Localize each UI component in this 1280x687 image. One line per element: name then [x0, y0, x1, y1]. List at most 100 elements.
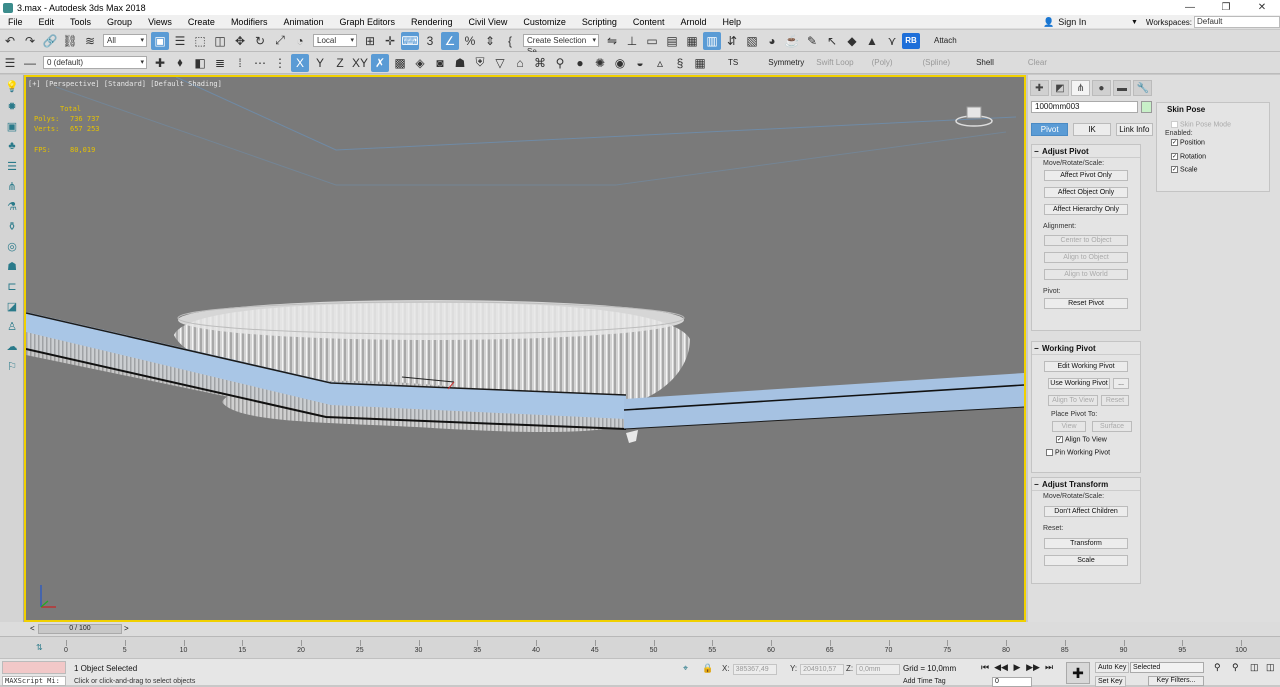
- tab-link-info[interactable]: Link Info: [1115, 123, 1153, 136]
- modify-tab-icon[interactable]: ◩: [1050, 80, 1070, 96]
- object-name-field[interactable]: 1000mm003: [1031, 101, 1138, 113]
- cloud-icon[interactable]: ☁: [3, 337, 21, 355]
- coord-z-field[interactable]: 0,0mm: [856, 664, 901, 675]
- center-to-object-button[interactable]: Center to Object: [1044, 235, 1128, 246]
- list-icon[interactable]: ☰: [3, 157, 21, 175]
- zoom-extents-icon[interactable]: ◫: [1250, 662, 1259, 673]
- object-color-swatch[interactable]: [1141, 101, 1152, 113]
- position-checkbox[interactable]: ✓ Position: [1157, 137, 1269, 147]
- snaps-lines-icon[interactable]: ⋯: [251, 54, 269, 72]
- auto-key-button[interactable]: Auto Key: [1095, 662, 1130, 673]
- adjust-transform-header[interactable]: Adjust Transform: [1032, 478, 1140, 491]
- maxscript-listener[interactable]: [2, 661, 66, 674]
- selection-filter-select[interactable]: All: [103, 34, 147, 47]
- shell-button[interactable]: Shell: [976, 58, 994, 67]
- window-crossing-icon[interactable]: ◫: [211, 32, 229, 50]
- menu-rendering[interactable]: Rendering: [403, 17, 461, 27]
- align-to-world-button[interactable]: Align to World: [1044, 269, 1128, 280]
- undo-icon[interactable]: ↶: [1, 32, 19, 50]
- next-key-icon[interactable]: ▶▶: [1026, 662, 1040, 674]
- bowl-icon[interactable]: ◒: [631, 54, 649, 72]
- menu-create[interactable]: Create: [180, 17, 223, 27]
- affect-hierarchy-only-button[interactable]: Affect Hierarchy Only: [1044, 204, 1128, 215]
- coord-x-field[interactable]: 385367,49: [732, 664, 777, 675]
- menu-tools[interactable]: Tools: [62, 17, 99, 27]
- person-icon[interactable]: ♙: [3, 317, 21, 335]
- keyboard-shortcut-icon[interactable]: ⌨: [401, 31, 419, 50]
- viewport-label[interactable]: [+] [Perspective] [Standard] [Default Sh…: [28, 80, 222, 88]
- spline-button[interactable]: (Spline): [922, 58, 950, 67]
- ribbon-icon[interactable]: ▥: [703, 31, 721, 50]
- menu-file[interactable]: File: [0, 17, 31, 27]
- menu-help[interactable]: Help: [714, 17, 749, 27]
- axis-constraint-icon[interactable]: ✗: [371, 53, 389, 72]
- bind-space-warp-icon[interactable]: ≋: [81, 32, 99, 50]
- key-mode-select[interactable]: Selected: [1130, 662, 1204, 673]
- utilities-tab-icon[interactable]: 🔧: [1133, 80, 1153, 96]
- menu-content[interactable]: Content: [625, 17, 673, 27]
- curve-editor-icon[interactable]: ⇵: [723, 32, 741, 50]
- surface-button[interactable]: Surface: [1092, 421, 1132, 432]
- view-button[interactable]: View: [1052, 421, 1086, 432]
- zoom-all-icon[interactable]: ⚲: [1232, 662, 1239, 673]
- affect-object-only-button[interactable]: Affect Object Only: [1044, 187, 1128, 198]
- axis-xy-button[interactable]: XY: [351, 54, 369, 72]
- render-setup-icon[interactable]: ☕: [783, 32, 801, 50]
- prev-key-icon[interactable]: ◀◀: [994, 662, 1008, 674]
- triangle-icon[interactable]: ▲: [863, 32, 881, 50]
- sphere-icon[interactable]: ●: [571, 54, 589, 72]
- affect-pivot-only-button[interactable]: Affect Pivot Only: [1044, 170, 1128, 181]
- scale-icon[interactable]: ⤢: [271, 32, 289, 50]
- chevron-down-icon[interactable]: ▼: [1131, 19, 1138, 26]
- shield-icon[interactable]: ⛨: [471, 54, 489, 72]
- snap-3d-icon[interactable]: 3: [421, 32, 439, 50]
- reset-pivot-button[interactable]: Reset Pivot: [1044, 298, 1128, 309]
- bucket-icon[interactable]: ▽: [491, 54, 509, 72]
- time-slider[interactable]: 0 / 100: [38, 624, 122, 634]
- rotation-checkbox[interactable]: ✓ Rotation: [1157, 151, 1269, 160]
- snaps-points-icon[interactable]: ⋮: [271, 54, 289, 72]
- menu-group[interactable]: Group: [99, 17, 140, 27]
- box-icon[interactable]: ◈: [411, 54, 429, 72]
- scale-checkbox[interactable]: ✓ Scale: [1157, 164, 1269, 173]
- select-manipulate-icon[interactable]: ✛: [381, 32, 399, 50]
- skin-pose-mode-checkbox[interactable]: Skin Pose Mode: [1157, 119, 1269, 128]
- lamp-icon[interactable]: ⚐: [3, 357, 21, 375]
- minimize-button[interactable]: —: [1172, 0, 1208, 15]
- timeline-ruler[interactable]: ⇅ 0 5 10 15 20 25 30 35 40 45 50 55 60 65 70 75 80 85 90 95…: [0, 636, 1280, 658]
- tab-ik[interactable]: IK: [1073, 123, 1111, 136]
- axis-y-button[interactable]: Y: [311, 54, 329, 72]
- lock-icon[interactable]: 🔒: [702, 663, 713, 674]
- lightbulb-icon[interactable]: 💡: [3, 77, 21, 95]
- goto-end-icon[interactable]: ⏭: [1042, 662, 1056, 674]
- skin-pose-header[interactable]: Skin Pose: [1157, 103, 1269, 116]
- pivot-center-icon[interactable]: ⊞: [361, 32, 379, 50]
- bottle-icon[interactable]: ⚱: [3, 217, 21, 235]
- rotate-icon[interactable]: ↻: [251, 32, 269, 50]
- align-to-object-button[interactable]: Align to Object: [1044, 252, 1128, 263]
- perspective-viewport[interactable]: [+] [Perspective] [Standard] [Default Sh…: [24, 75, 1026, 622]
- edit-working-pivot-button[interactable]: Edit Working Pivot: [1044, 361, 1128, 372]
- use-working-pivot-button[interactable]: Use Working Pivot: [1048, 378, 1110, 389]
- hierarchy-icon[interactable]: ⋔: [3, 177, 21, 195]
- teapot-icon[interactable]: ☗: [451, 54, 469, 72]
- symmetry-button[interactable]: Symmetry: [768, 58, 804, 67]
- redo-icon[interactable]: ↷: [21, 32, 39, 50]
- flask-icon[interactable]: ⚗: [3, 197, 21, 215]
- menu-arnold[interactable]: Arnold: [672, 17, 714, 27]
- layer-stack-icon[interactable]: ≣: [211, 54, 229, 72]
- move-icon[interactable]: ✥: [231, 32, 249, 50]
- working-pivot-header[interactable]: Working Pivot: [1032, 342, 1140, 355]
- edit-named-sets-icon[interactable]: {: [501, 32, 519, 50]
- select-in-layer-icon[interactable]: ◧: [191, 54, 209, 72]
- hide-icon[interactable]: —: [21, 54, 39, 72]
- working-reset-button[interactable]: Reset: [1101, 395, 1129, 406]
- selection-set-select[interactable]: Create Selection Se: [523, 34, 599, 56]
- ribbon-tool-icon[interactable]: ⌘: [531, 54, 549, 72]
- pin-working-pivot-checkbox[interactable]: Pin Working Pivot: [1032, 447, 1140, 457]
- toggle-layer-icon[interactable]: ▭: [643, 32, 661, 50]
- align-to-view-checkbox[interactable]: ✓ Align To View: [1032, 434, 1140, 443]
- layer-select[interactable]: 0 (default): [43, 56, 147, 69]
- dont-affect-children-button[interactable]: Don't Affect Children: [1044, 506, 1128, 517]
- set-keys-icon[interactable]: ✚: [1066, 662, 1090, 684]
